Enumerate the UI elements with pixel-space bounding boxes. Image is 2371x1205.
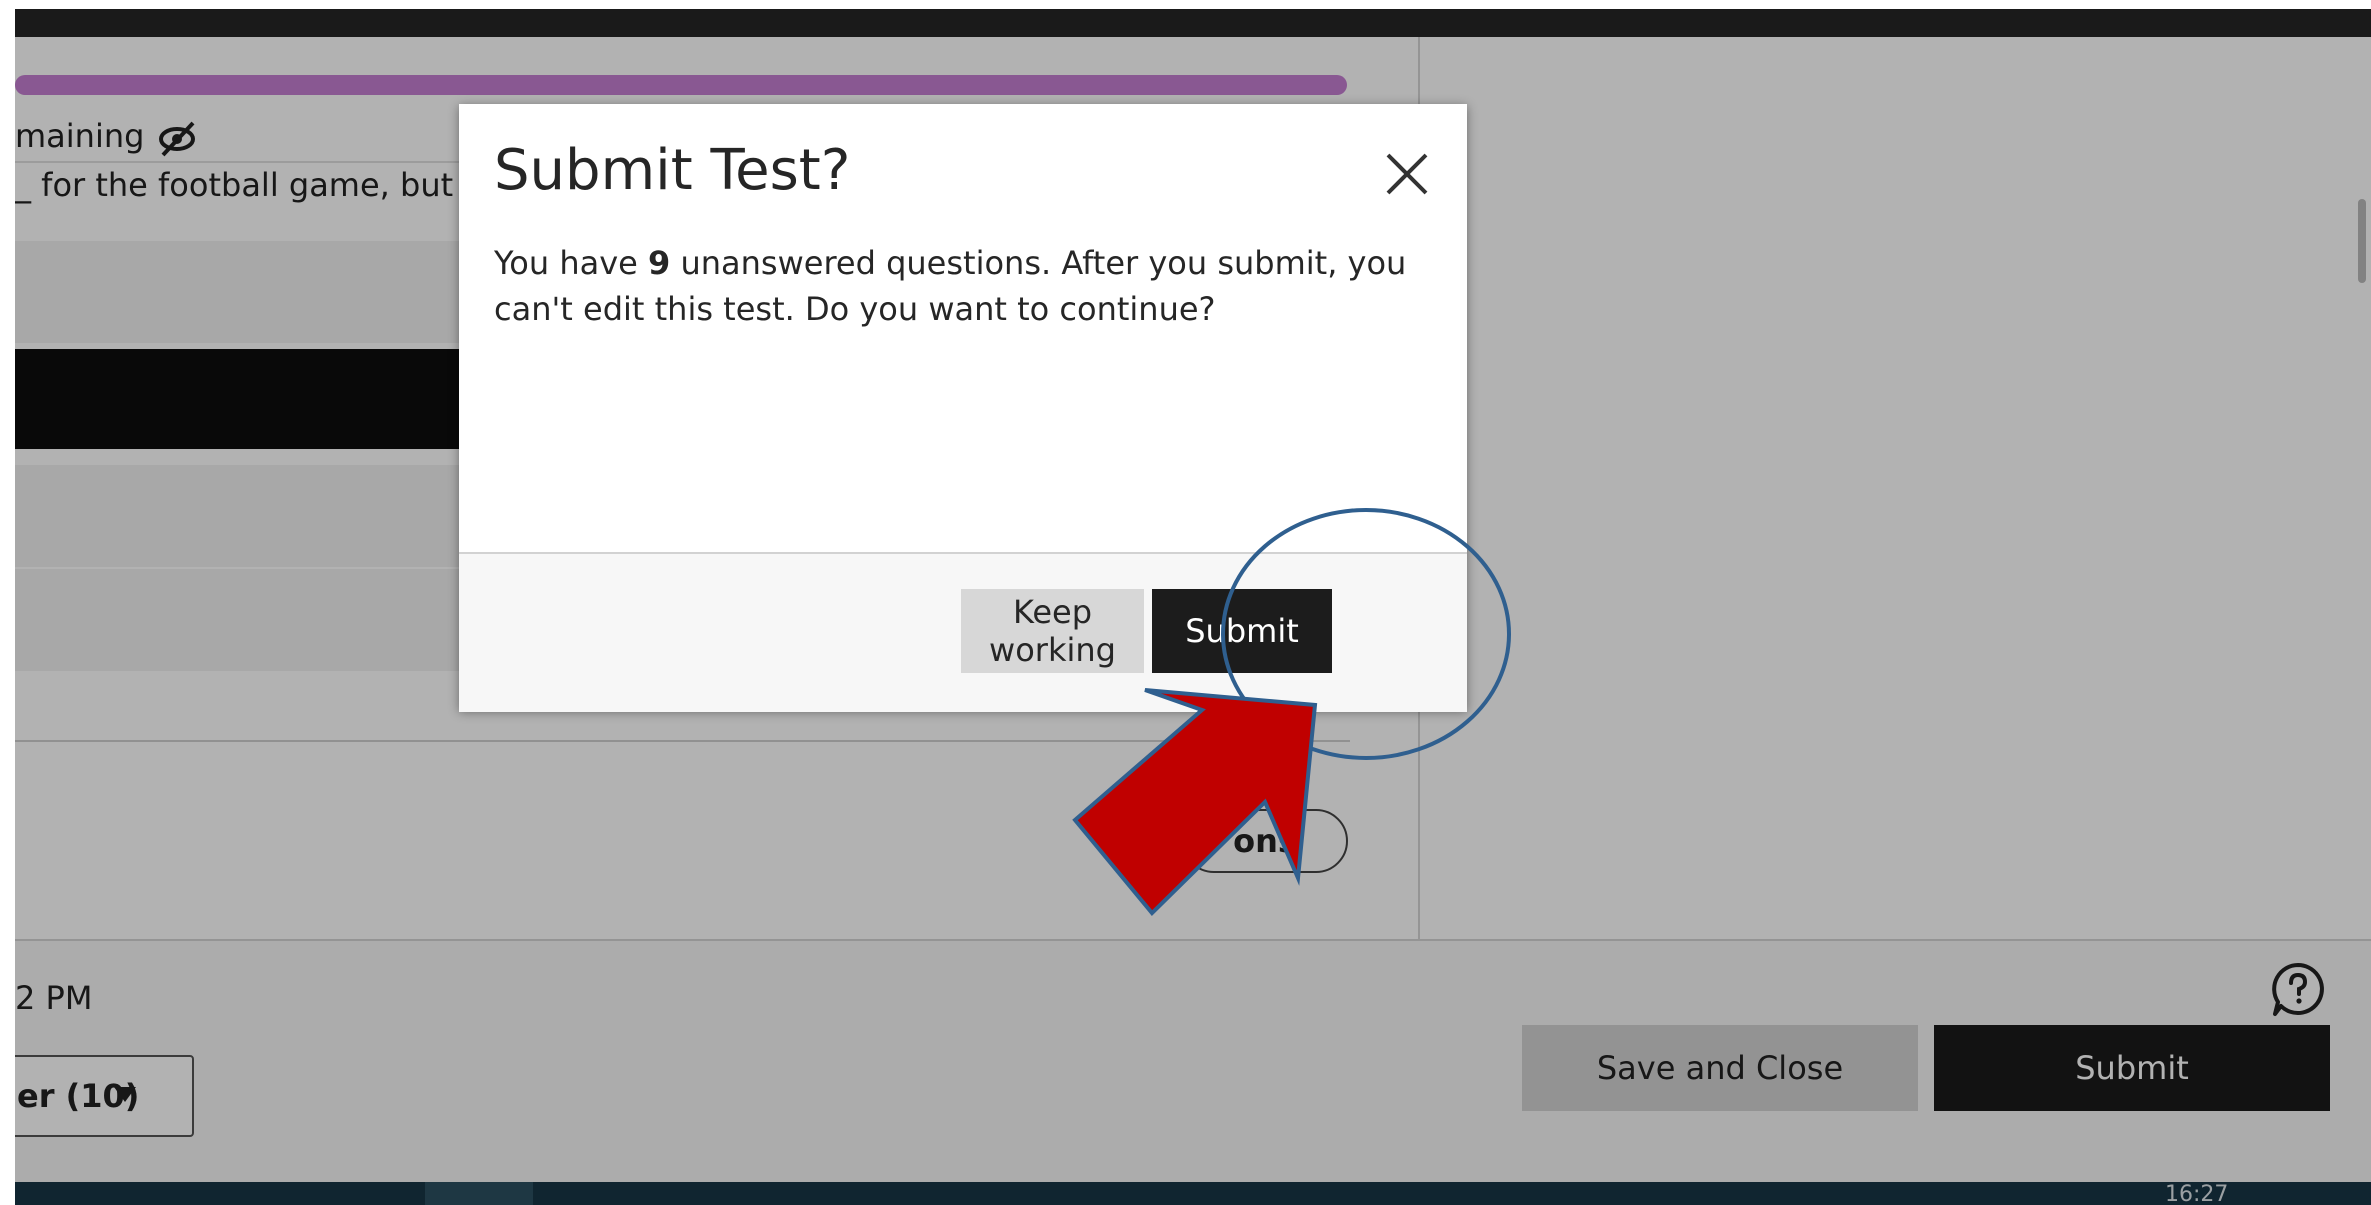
unanswered-count: 9 (648, 244, 671, 282)
dialog-footer: Keep working Submit (459, 552, 1467, 712)
app-screen: maining _ for the football game, but it … (15, 9, 2371, 1205)
dialog-message-prefix: You have (494, 244, 649, 282)
keep-working-button[interactable]: Keep working (961, 589, 1144, 673)
dialog-message: You have 9 unanswered questions. After y… (494, 240, 1434, 332)
dialog-submit-button[interactable]: Submit (1152, 589, 1332, 673)
close-icon[interactable] (1384, 151, 1430, 197)
dialog-title: Submit Test? (494, 138, 851, 203)
submit-test-dialog: Submit Test? You have 9 unanswered quest… (459, 104, 1467, 712)
